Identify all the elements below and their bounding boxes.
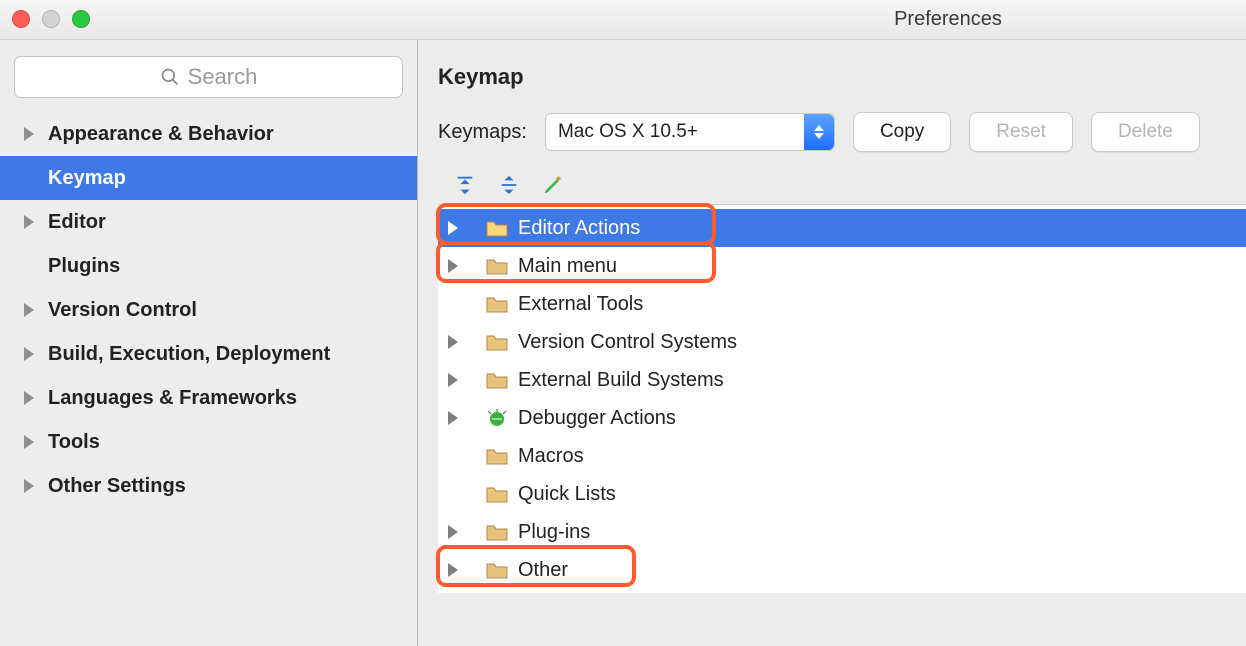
collapse-all-icon[interactable] (498, 174, 520, 196)
tree-row-label: External Build Systems (518, 369, 724, 392)
tree-row-label: Macros (518, 445, 584, 468)
chevron-right-icon (24, 435, 34, 449)
chevron-right-icon (24, 127, 34, 141)
sidebar-item-other-settings[interactable]: Other Settings (0, 464, 417, 508)
keymap-tree: Editor Actions Main menu External Tools Ver… (438, 204, 1246, 593)
keymaps-label: Keymaps: (438, 121, 527, 144)
bug-icon (486, 409, 508, 427)
chevron-right-icon (448, 335, 458, 349)
tree-row-label: Quick Lists (518, 483, 616, 506)
search-icon (160, 67, 180, 87)
expand-all-icon[interactable] (454, 174, 476, 196)
tree-row-label: Other (518, 559, 568, 582)
chevron-right-icon (448, 563, 458, 577)
tree-row[interactable]: Version Control Systems (438, 323, 1246, 361)
tree-toolbar (454, 174, 1246, 196)
tree-row-label: Main menu (518, 255, 617, 278)
folder-wrench-icon (486, 295, 508, 313)
tree-row[interactable]: Editor Actions (438, 209, 1246, 247)
chevron-right-icon (448, 373, 458, 387)
tree-row[interactable]: Plug-ins (438, 513, 1246, 551)
tree-row[interactable]: Macros (438, 437, 1246, 475)
sidebar: Search Appearance & Behavior Keymap Edit… (0, 40, 418, 646)
sidebar-item-editor[interactable]: Editor (0, 200, 417, 244)
search-input[interactable]: Search (14, 56, 403, 98)
sidebar-item-tools[interactable]: Tools (0, 420, 417, 464)
minimize-window-button[interactable] (42, 10, 60, 28)
sidebar-list: Appearance & Behavior Keymap Editor Plug… (0, 112, 417, 508)
tree-row-label: Debugger Actions (518, 407, 676, 430)
folder-dots-icon (486, 561, 508, 579)
chevron-right-icon (448, 411, 458, 425)
folder-icon (486, 523, 508, 541)
chevron-right-icon (448, 221, 458, 235)
tree-row[interactable]: Debugger Actions (438, 399, 1246, 437)
sidebar-item-build[interactable]: Build, Execution, Deployment (0, 332, 417, 376)
window-title: Preferences (650, 8, 1246, 31)
chevron-right-icon (448, 259, 458, 273)
folder-icon (486, 447, 508, 465)
sidebar-item-languages[interactable]: Languages & Frameworks (0, 376, 417, 420)
keymap-select-row: Keymaps: Mac OS X 10.5+ Copy Reset Delet… (438, 112, 1246, 152)
keymap-select[interactable]: Mac OS X 10.5+ (545, 113, 835, 151)
titlebar: Preferences (0, 0, 1246, 40)
select-stepper-icon (804, 114, 834, 150)
chevron-right-icon (24, 215, 34, 229)
folder-menu-icon (486, 257, 508, 275)
edit-pencil-icon[interactable] (542, 174, 564, 196)
sidebar-item-keymap[interactable]: Keymap (0, 156, 417, 200)
tree-row[interactable]: External Build Systems (438, 361, 1246, 399)
folder-edit-icon (486, 219, 508, 237)
folder-icon (486, 333, 508, 351)
tree-row[interactable]: External Tools (438, 285, 1246, 323)
sidebar-item-appearance[interactable]: Appearance & Behavior (0, 112, 417, 156)
tree-row[interactable]: Other (438, 551, 1246, 589)
main-panel: Keymap Keymaps: Mac OS X 10.5+ Copy Rese… (418, 40, 1246, 646)
maximize-window-button[interactable] (72, 10, 90, 28)
tree-row-label: Plug-ins (518, 521, 590, 544)
keymap-selected-value: Mac OS X 10.5+ (558, 121, 698, 143)
sidebar-item-version-control[interactable]: Version Control (0, 288, 417, 332)
copy-button[interactable]: Copy (853, 112, 951, 152)
chevron-right-icon (24, 479, 34, 493)
folder-gear-icon (486, 371, 508, 389)
tree-row-label: Version Control Systems (518, 331, 737, 354)
page-title: Keymap (438, 64, 1246, 90)
search-placeholder: Search (188, 64, 258, 90)
chevron-right-icon (24, 391, 34, 405)
tree-row-label: External Tools (518, 293, 643, 316)
folder-icon (486, 485, 508, 503)
tree-row[interactable]: Main menu (438, 247, 1246, 285)
window-controls (12, 10, 90, 28)
chevron-right-icon (24, 347, 34, 361)
tree-row[interactable]: Quick Lists (438, 475, 1246, 513)
close-window-button[interactable] (12, 10, 30, 28)
tree-row-label: Editor Actions (518, 217, 640, 240)
delete-button[interactable]: Delete (1091, 112, 1200, 152)
reset-button[interactable]: Reset (969, 112, 1073, 152)
chevron-right-icon (24, 303, 34, 317)
sidebar-item-plugins[interactable]: Plugins (0, 244, 417, 288)
chevron-right-icon (448, 525, 458, 539)
